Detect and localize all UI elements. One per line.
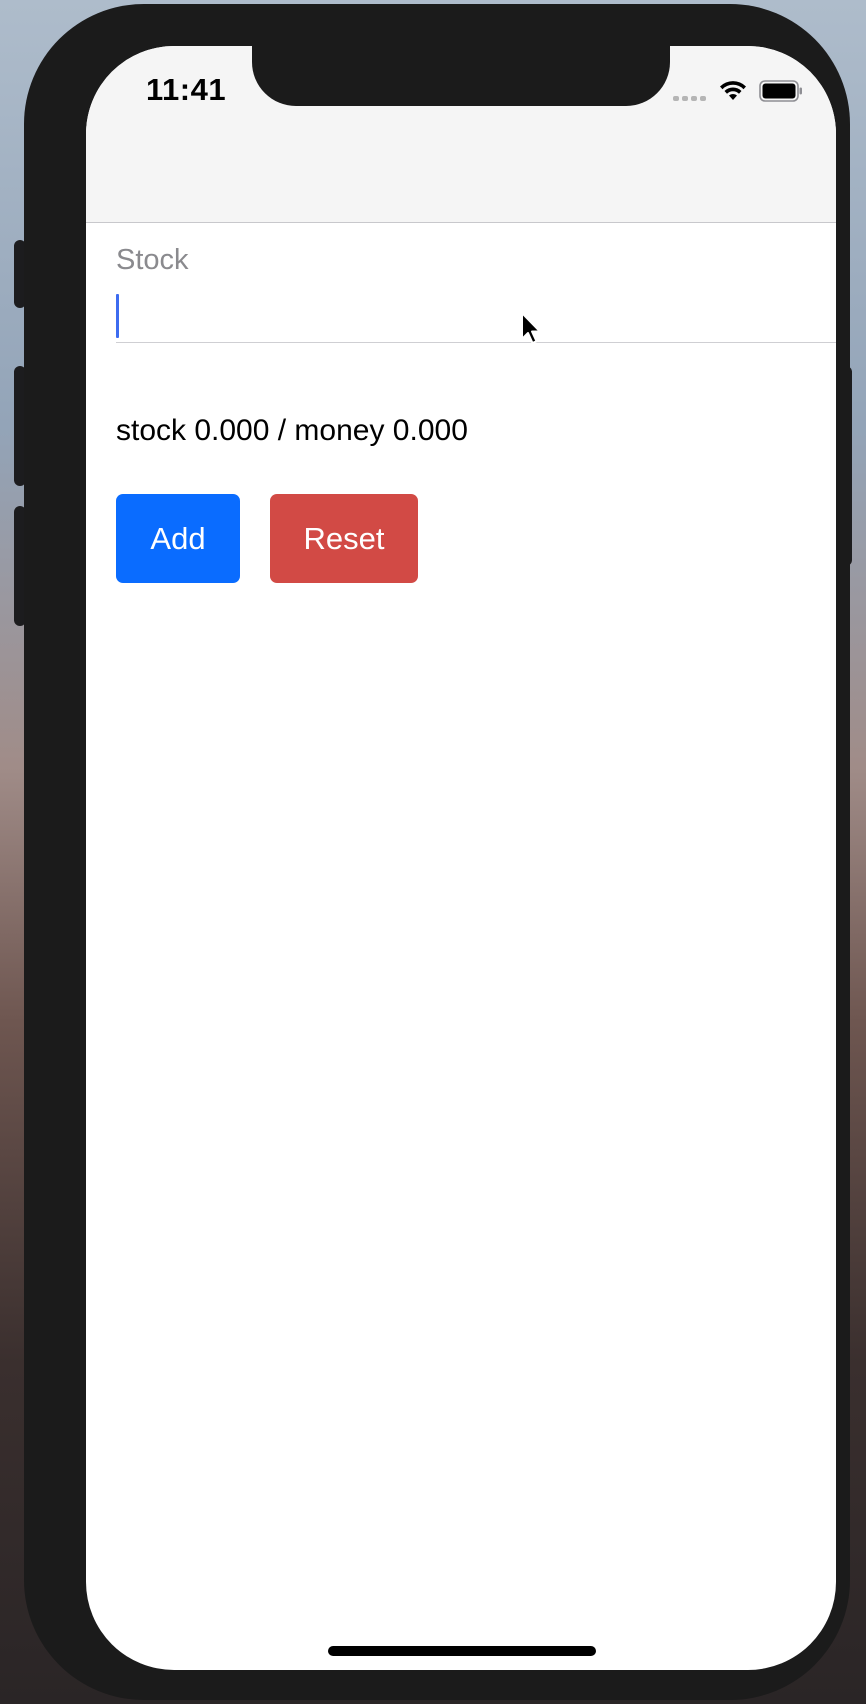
stock-input[interactable]	[122, 292, 826, 338]
signal-icon	[673, 96, 706, 101]
reset-button[interactable]: Reset	[270, 494, 418, 583]
device-screen: 11:41 Stock stock 0.000 / money 0.000 Ad…	[86, 46, 836, 1670]
stock-money-summary: stock 0.000 / money 0.000	[116, 414, 468, 447]
battery-icon	[759, 80, 802, 102]
status-time: 11:41	[146, 72, 227, 107]
mouse-pointer-icon	[521, 312, 541, 344]
stock-input-container[interactable]	[116, 286, 836, 343]
home-indicator[interactable]	[328, 1646, 596, 1656]
device-frame: 11:41 Stock stock 0.000 / money 0.000 Ad…	[24, 4, 850, 1700]
device-notch	[252, 46, 670, 106]
text-caret	[116, 294, 119, 338]
stock-field-label: Stock	[116, 244, 189, 276]
add-button[interactable]: Add	[116, 494, 240, 583]
navigation-header: 11:41	[86, 46, 836, 223]
wifi-icon	[720, 81, 746, 100]
